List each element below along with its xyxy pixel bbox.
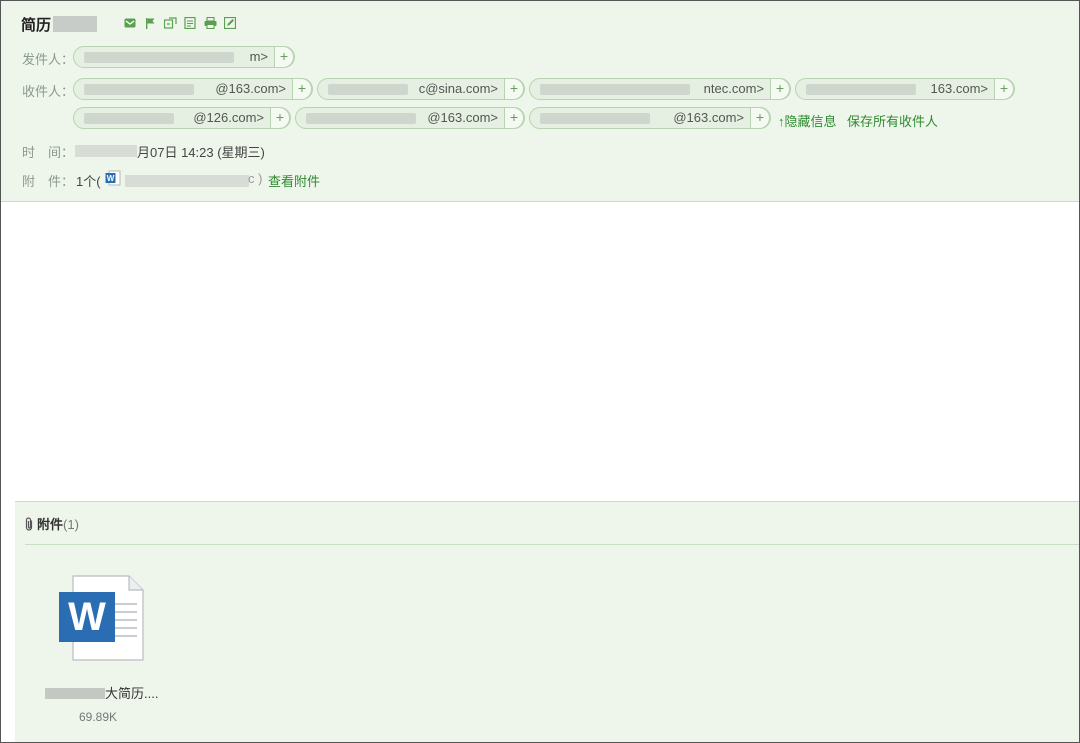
to-label: 收件人： (22, 84, 75, 99)
redacted-block (53, 16, 98, 32)
attachment-filename[interactable]: 大简历.... (45, 683, 158, 702)
word-file-icon: W (105, 170, 121, 186)
recipient-chip[interactable]: @163.com> + (529, 107, 771, 129)
add-contact-button[interactable]: + (504, 107, 524, 129)
toolbar (123, 16, 237, 30)
recipient-chip[interactable]: @126.com> + (73, 107, 291, 129)
attachments-panel: 附件(1) W 大简历.... 69.89K (15, 501, 1079, 742)
redacted-block (125, 175, 249, 187)
mail-icon[interactable] (123, 16, 137, 30)
redacted-block (75, 145, 137, 157)
redacted-block (84, 52, 234, 63)
add-contact-button[interactable]: + (750, 107, 770, 129)
attachments-count: (1) (63, 517, 79, 532)
hide-info-link[interactable]: ↑隐藏信息 (778, 111, 837, 130)
redacted-block (540, 84, 690, 95)
redacted-block (84, 84, 194, 95)
tag-icon[interactable] (163, 16, 177, 30)
email-window: 简历 发件人： m> + 收件人： @163.com> + c@sina.com… (0, 0, 1080, 743)
recipient-address: @126.com> (193, 110, 264, 125)
redacted-block (306, 113, 416, 124)
recipient-address: ntec.com> (703, 81, 764, 96)
recipient-chip[interactable]: c@sina.com> + (317, 78, 525, 100)
add-contact-button[interactable]: + (994, 78, 1014, 100)
attachment-file[interactable]: W (53, 574, 163, 694)
note-icon[interactable] (183, 16, 197, 30)
add-contact-button[interactable]: + (270, 107, 290, 129)
add-contact-button[interactable]: + (274, 46, 294, 68)
attachment-close: c ) (248, 171, 263, 186)
edit-icon[interactable] (223, 16, 237, 30)
svg-text:W: W (107, 174, 115, 183)
filename-text: 大简历.... (105, 686, 159, 701)
recipient-chip[interactable]: @163.com> + (73, 78, 313, 100)
word-letter: W (68, 595, 106, 639)
recipient-chip[interactable]: @163.com> + (295, 107, 525, 129)
recipient-chip[interactable]: 163.com> + (795, 78, 1015, 100)
add-contact-button[interactable]: + (770, 78, 790, 100)
redacted-block (84, 113, 174, 124)
recipient-address: @163.com> (673, 110, 744, 125)
sender-address: m> (249, 49, 268, 64)
divider (25, 544, 1079, 545)
paperclip-icon (25, 517, 34, 534)
email-header: 简历 发件人： m> + 收件人： @163.com> + c@sina.com… (1, 1, 1079, 202)
add-contact-button[interactable]: + (292, 78, 312, 100)
attachments-title: 附件 (37, 517, 64, 532)
attachment-label: 附 件： (22, 174, 75, 189)
print-icon[interactable] (203, 16, 217, 30)
redacted-block (806, 84, 916, 95)
time-label: 时 间： (22, 145, 75, 160)
redacted-block (328, 84, 408, 95)
recipient-address: @163.com> (427, 110, 498, 125)
recipient-address: 163.com> (930, 81, 988, 96)
attachment-filesize: 69.89K (79, 710, 118, 724)
sent-time: 月07日 14:23 (星期三) (137, 145, 265, 160)
subject-text: 简历 (21, 17, 52, 34)
view-attachments-link[interactable]: 查看附件 (268, 171, 320, 190)
email-subject: 简历 (21, 14, 98, 35)
from-label: 发件人： (22, 52, 75, 67)
recipient-address: @163.com> (215, 81, 286, 96)
sender-chip[interactable]: m> + (73, 46, 295, 68)
save-all-recipients-link[interactable]: 保存所有收件人 (847, 111, 938, 130)
recipient-address: c@sina.com> (418, 81, 498, 96)
flag-icon[interactable] (143, 16, 157, 30)
redacted-block (45, 688, 105, 699)
add-contact-button[interactable]: + (504, 78, 524, 100)
recipient-chip[interactable]: ntec.com> + (529, 78, 791, 100)
redacted-block (540, 113, 650, 124)
attachments-heading: 附件(1) (25, 514, 79, 534)
attachment-count: 1个( (76, 174, 101, 189)
